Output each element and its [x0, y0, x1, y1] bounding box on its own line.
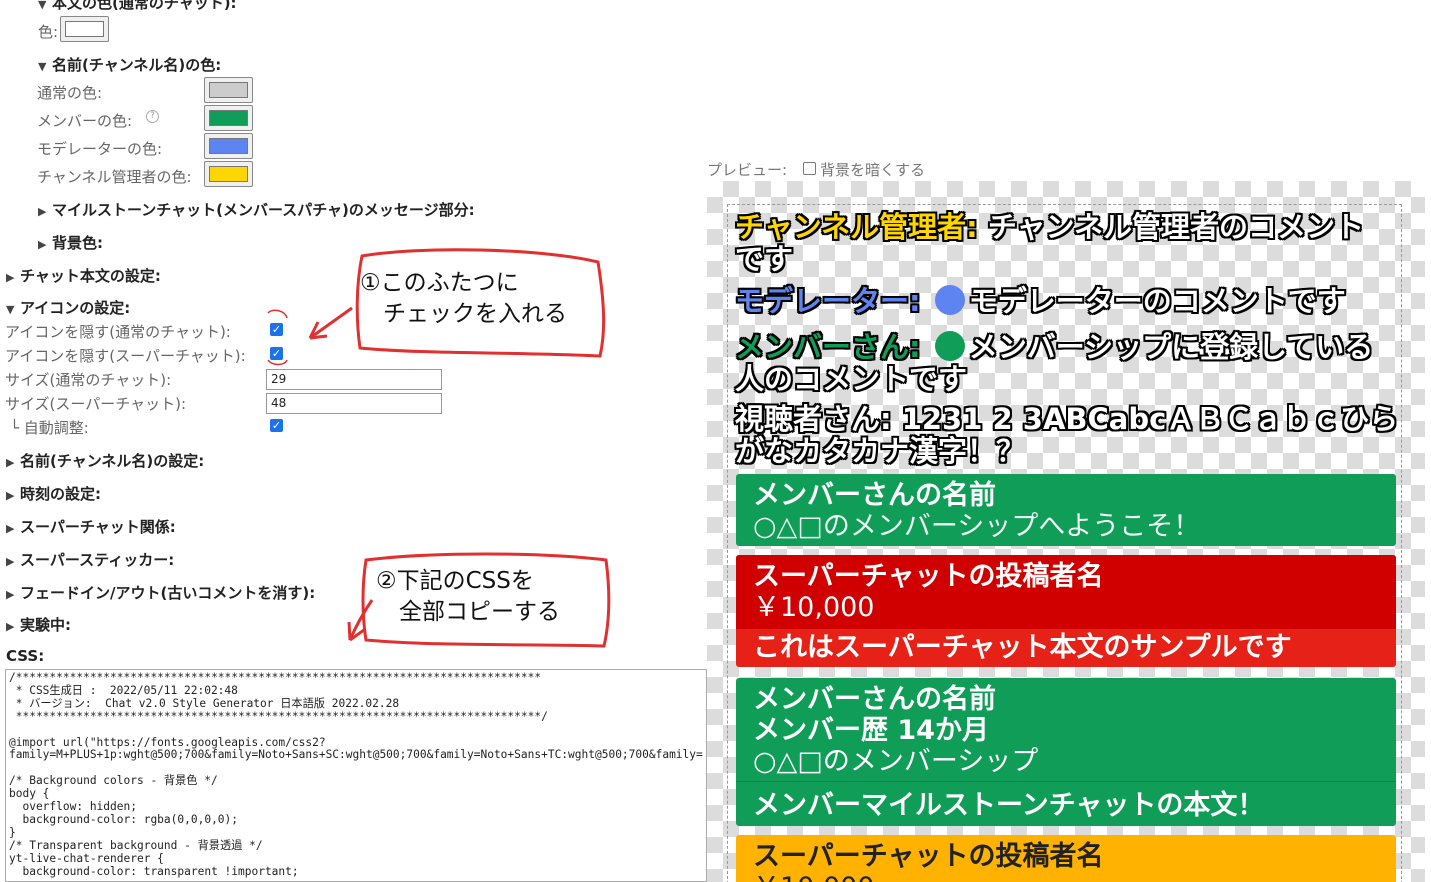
superchat-card-header: スーパーチャットの投稿者名 ￥10,000 [736, 555, 1396, 629]
css-output-textarea[interactable]: /***************************************… [5, 669, 707, 882]
moderator-message: モデレーターのコメントです [968, 284, 1346, 318]
annotation-note-1: ①このふたつに チェックを入れる [360, 270, 567, 327]
moderator-name: モデレーター: [735, 284, 921, 318]
chat-preview: チャンネル管理者: チャンネル管理者のコメント です モデレーター: モデレータ… [707, 181, 1425, 882]
darken-bg-checkbox[interactable] [803, 162, 816, 175]
member-badge-icon [934, 331, 965, 361]
superchat-orange-author: スーパーチャットの投稿者名 [753, 841, 1104, 872]
superchat-amount: ￥10,000 [753, 592, 875, 623]
superchat-orange-header: スーパーチャットの投稿者名 ￥10,000 [736, 835, 1396, 882]
viewer-chat-line-2: がなカタカナ漢字！？ [735, 434, 1026, 468]
moderator-badge-icon [934, 285, 965, 315]
member-chat-line: メンバーさん: メンバーシップに登録している [735, 331, 1373, 363]
annotation-check-mark-top [267, 309, 288, 319]
member-message: メンバーシップに登録している [968, 330, 1374, 364]
member-chat-line-2: 人のコメントです [735, 362, 968, 396]
superchat-card: スーパーチャットの投稿者名 ￥10,000 これはスーパーチャット本文のサンプル… [736, 555, 1396, 667]
owner-name: チャンネル管理者: [735, 210, 978, 244]
annotation-check-mark-bottom [267, 359, 288, 366]
viewer-chat-line: 視聴者さん: 1231 2 3ABCabcＡＢＣａｂｃひら [735, 402, 1399, 436]
superchat-orange-amount: ￥10,000 [753, 872, 1379, 882]
membership-card-header: メンバーさんの名前 ○△□のメンバーシップへようこそ！ [736, 474, 1396, 546]
milestone-message: メンバーマイルストーンチャットの本文！ [753, 790, 1265, 821]
milestone-months: メンバー歴 14か月 [753, 715, 989, 746]
owner-chat-line: チャンネル管理者: チャンネル管理者のコメント [735, 211, 1364, 243]
annotation-overlay [267, 248, 611, 648]
annotation-arrow-1-head [308, 321, 328, 340]
membership-card: メンバーさんの名前 ○△□のメンバーシップへようこそ！ [736, 474, 1396, 546]
superchat-author: スーパーチャットの投稿者名 [753, 561, 1104, 592]
milestone-membership: ○△□のメンバーシップ [753, 746, 1039, 777]
milestone-author: メンバーさんの名前 [753, 684, 996, 715]
darken-bg-label: 背景を暗くする [820, 161, 926, 179]
preview-label: プレビュー: [707, 161, 788, 179]
superchat-message: これはスーパーチャット本文のサンプルです [753, 632, 1292, 663]
milestone-card: メンバーさんの名前 メンバー歴 14か月 ○△□のメンバーシップ メンバーマイル… [736, 678, 1396, 826]
owner-chat-line-2: です [735, 242, 794, 276]
superchat-card-orange: スーパーチャットの投稿者名 ￥10,000 [736, 835, 1396, 882]
annotation-note-2: ②下記のCSSを 全部コピーする [376, 568, 560, 625]
owner-message: チャンネル管理者のコメント [987, 210, 1364, 244]
moderator-chat-line: モデレーター: モデレーターのコメントです [735, 285, 1346, 317]
css-output-text: /***************************************… [9, 671, 703, 878]
membership-author: メンバーさんの名前 [753, 480, 996, 511]
milestone-card-header: メンバーさんの名前 メンバー歴 14か月 ○△□のメンバーシップ [736, 678, 1396, 782]
member-name: メンバーさん: [735, 330, 921, 364]
membership-welcome: ○△□のメンバーシップへようこそ！ [753, 511, 1201, 542]
annotation-arrow-2 [348, 599, 374, 641]
